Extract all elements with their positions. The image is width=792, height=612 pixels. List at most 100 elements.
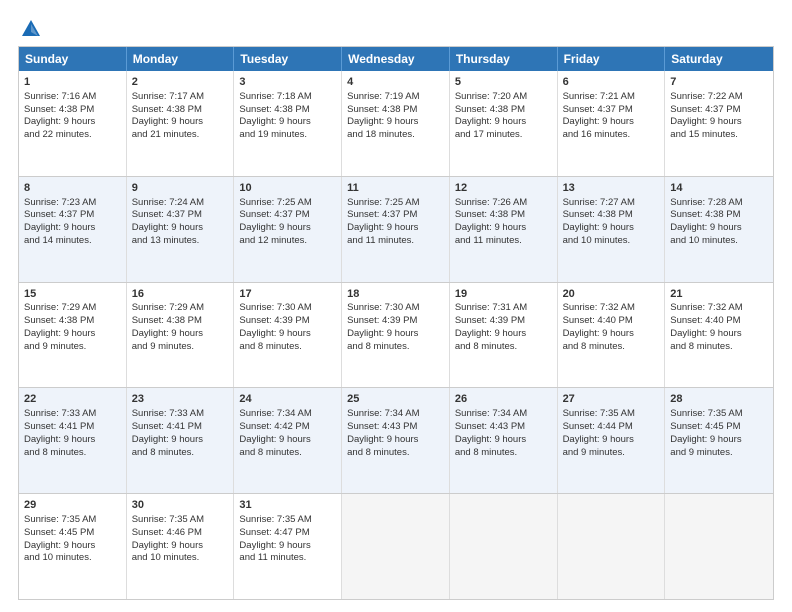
calendar-row-3: 15Sunrise: 7:29 AMSunset: 4:38 PMDayligh… [19, 282, 773, 388]
day-cell-16: 16Sunrise: 7:29 AMSunset: 4:38 PMDayligh… [127, 283, 235, 388]
day-info-line: and 10 minutes. [132, 552, 229, 565]
day-cell-11: 11Sunrise: 7:25 AMSunset: 4:37 PMDayligh… [342, 177, 450, 282]
day-info-line: Daylight: 9 hours [670, 222, 768, 235]
calendar-row-1: 1Sunrise: 7:16 AMSunset: 4:38 PMDaylight… [19, 71, 773, 176]
day-cell-28: 28Sunrise: 7:35 AMSunset: 4:45 PMDayligh… [665, 388, 773, 493]
day-number: 15 [24, 287, 121, 302]
day-cell-27: 27Sunrise: 7:35 AMSunset: 4:44 PMDayligh… [558, 388, 666, 493]
day-cell-21: 21Sunrise: 7:32 AMSunset: 4:40 PMDayligh… [665, 283, 773, 388]
day-info-line: Daylight: 9 hours [132, 328, 229, 341]
day-info-line: Daylight: 9 hours [24, 540, 121, 553]
day-info-line: Daylight: 9 hours [132, 116, 229, 129]
day-number: 8 [24, 181, 121, 196]
day-info-line: Sunrise: 7:22 AM [670, 91, 768, 104]
day-info-line: Sunrise: 7:19 AM [347, 91, 444, 104]
day-info-line: and 9 minutes. [132, 341, 229, 354]
day-info-line: Sunrise: 7:24 AM [132, 197, 229, 210]
day-cell-20: 20Sunrise: 7:32 AMSunset: 4:40 PMDayligh… [558, 283, 666, 388]
day-info-line: Sunrise: 7:30 AM [347, 302, 444, 315]
day-info-line: Daylight: 9 hours [239, 540, 336, 553]
day-cell-24: 24Sunrise: 7:34 AMSunset: 4:42 PMDayligh… [234, 388, 342, 493]
day-cell-22: 22Sunrise: 7:33 AMSunset: 4:41 PMDayligh… [19, 388, 127, 493]
day-number: 2 [132, 75, 229, 90]
day-info-line: Sunset: 4:41 PM [24, 421, 121, 434]
day-info-line: Sunrise: 7:28 AM [670, 197, 768, 210]
day-number: 5 [455, 75, 552, 90]
day-cell-31: 31Sunrise: 7:35 AMSunset: 4:47 PMDayligh… [234, 494, 342, 599]
day-number: 6 [563, 75, 660, 90]
day-info-line: Daylight: 9 hours [239, 434, 336, 447]
day-info-line: Sunrise: 7:16 AM [24, 91, 121, 104]
day-info-line: and 22 minutes. [24, 129, 121, 142]
day-info-line: Daylight: 9 hours [132, 540, 229, 553]
day-info-line: and 8 minutes. [563, 341, 660, 354]
calendar-row-2: 8Sunrise: 7:23 AMSunset: 4:37 PM Daylight… [19, 176, 773, 282]
day-info-line: Sunset: 4:38 PM [132, 104, 229, 117]
day-number: 25 [347, 392, 444, 407]
day-info-line: and 8 minutes. [670, 341, 768, 354]
day-header-tuesday: Tuesday [234, 47, 342, 71]
day-info-line: and 11 minutes. [239, 552, 336, 565]
day-number: 4 [347, 75, 444, 90]
day-number: 3 [239, 75, 336, 90]
day-cell-6: 6Sunrise: 7:21 AMSunset: 4:37 PMDaylight… [558, 71, 666, 176]
day-info-line: Sunrise: 7:20 AM [455, 91, 552, 104]
calendar-header: SundayMondayTuesdayWednesdayThursdayFrid… [19, 47, 773, 71]
day-info-line: and 10 minutes. [24, 552, 121, 565]
day-info-line: Daylight: 9 hours [347, 222, 444, 235]
day-info-line: Daylight: 9 hours [347, 328, 444, 341]
day-number: 12 [455, 181, 552, 196]
day-info-line: Sunrise: 7:29 AM [132, 302, 229, 315]
day-info-line: Sunrise: 7:26 AM [455, 197, 552, 210]
day-info-line: Sunrise: 7:21 AM [563, 91, 660, 104]
empty-cell [450, 494, 558, 599]
day-header-wednesday: Wednesday [342, 47, 450, 71]
day-info-line: Sunrise: 7:35 AM [24, 514, 121, 527]
day-info-line: Sunset: 4:39 PM [239, 315, 336, 328]
day-info-line: and 19 minutes. [239, 129, 336, 142]
day-info-line: Sunset: 4:38 PM [455, 104, 552, 117]
day-info-line: and 9 minutes. [670, 447, 768, 460]
day-cell-23: 23Sunrise: 7:33 AMSunset: 4:41 PMDayligh… [127, 388, 235, 493]
day-cell-25: 25Sunrise: 7:34 AMSunset: 4:43 PMDayligh… [342, 388, 450, 493]
day-info-line: Sunset: 4:45 PM [24, 527, 121, 540]
day-info-line: Sunrise: 7:34 AM [239, 408, 336, 421]
day-info-line: Sunrise: 7:35 AM [239, 514, 336, 527]
day-info-line: Sunset: 4:37 PM [24, 209, 121, 222]
day-number: 10 [239, 181, 336, 196]
day-info-line: Sunset: 4:38 PM [670, 209, 768, 222]
day-info-line: Sunrise: 7:35 AM [132, 514, 229, 527]
day-info-line: Sunset: 4:37 PM [670, 104, 768, 117]
day-info-line: and 8 minutes. [347, 447, 444, 460]
day-info-line: Daylight: 9 hours [239, 116, 336, 129]
day-info-line: and 8 minutes. [239, 341, 336, 354]
day-info-line: Daylight: 9 hours [563, 116, 660, 129]
logo-icon [20, 18, 42, 40]
day-info-line: and 11 minutes. [455, 235, 552, 248]
day-info-line: Daylight: 9 hours [24, 116, 121, 129]
header [18, 18, 774, 36]
day-info-line: Daylight: 9 hours [455, 328, 552, 341]
day-info-line: and 9 minutes. [24, 341, 121, 354]
day-info-line: Daylight: 9 hours [239, 222, 336, 235]
day-info-line: Sunrise: 7:27 AM [563, 197, 660, 210]
day-info-line: Sunrise: 7:23 AM [24, 197, 121, 210]
day-cell-7: 7Sunrise: 7:22 AMSunset: 4:37 PMDaylight… [665, 71, 773, 176]
day-info-line: Sunrise: 7:30 AM [239, 302, 336, 315]
day-info-line: Sunset: 4:43 PM [347, 421, 444, 434]
day-number: 17 [239, 287, 336, 302]
empty-cell [558, 494, 666, 599]
day-number: 18 [347, 287, 444, 302]
day-cell-13: 13Sunrise: 7:27 AMSunset: 4:38 PMDayligh… [558, 177, 666, 282]
day-header-thursday: Thursday [450, 47, 558, 71]
day-cell-2: 2Sunrise: 7:17 AMSunset: 4:38 PMDaylight… [127, 71, 235, 176]
day-info-line: and 8 minutes. [24, 447, 121, 460]
day-info-line: Daylight: 9 hours [670, 434, 768, 447]
day-info-line: Sunset: 4:44 PM [563, 421, 660, 434]
day-info-line: and 17 minutes. [455, 129, 552, 142]
day-cell-8: 8Sunrise: 7:23 AMSunset: 4:37 PMDaylight… [19, 177, 127, 282]
day-number: 23 [132, 392, 229, 407]
day-cell-12: 12Sunrise: 7:26 AMSunset: 4:38 PMDayligh… [450, 177, 558, 282]
day-info-line: and 10 minutes. [563, 235, 660, 248]
day-info-line: and 12 minutes. [239, 235, 336, 248]
